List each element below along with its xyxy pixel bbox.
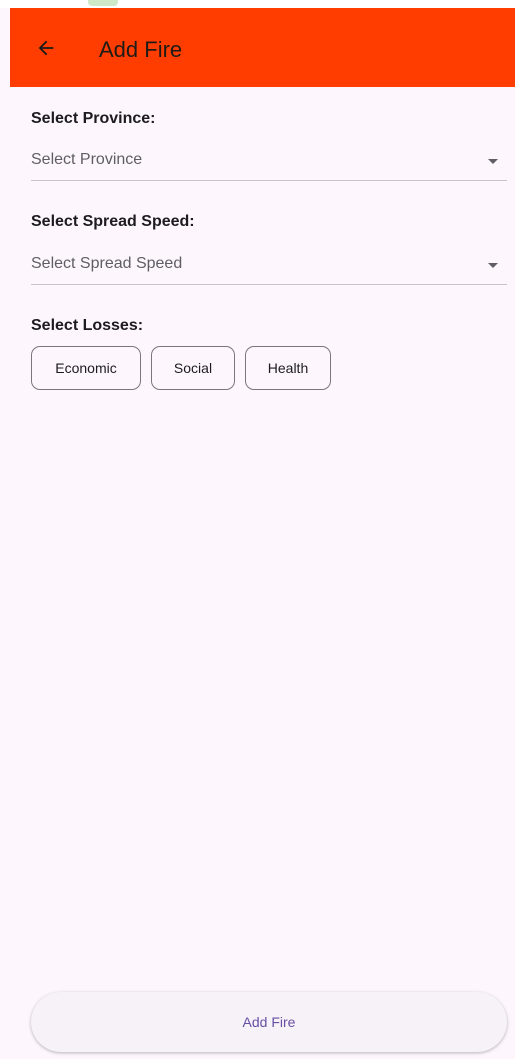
page-title: Add Fire [99,37,183,62]
spread-speed-label: Select Spread Speed: [31,213,195,230]
status-indicator [88,0,118,6]
app-bar: Add Fire [10,8,515,87]
province-label: Select Province: [31,110,156,127]
dropdown-arrow-icon [488,159,498,164]
chip-social[interactable]: Social [151,346,235,390]
province-dropdown[interactable]: Select Province [31,141,507,181]
spread-speed-placeholder: Select Spread Speed [31,255,183,272]
arrow-left-icon [38,40,54,56]
add-fire-button[interactable]: Add Fire [31,992,507,1052]
spread-speed-dropdown[interactable]: Select Spread Speed [31,245,507,285]
losses-chip-group: Economic Social Health [31,346,341,390]
chip-health[interactable]: Health [245,346,331,390]
province-placeholder: Select Province [31,151,143,168]
chip-economic[interactable]: Economic [31,346,141,390]
dropdown-arrow-icon [488,263,498,268]
add-fire-screen: Add Fire Select Province: Select Provinc… [0,0,515,1059]
status-bar [0,0,515,8]
back-button[interactable] [32,34,60,62]
losses-label: Select Losses: [31,317,144,334]
